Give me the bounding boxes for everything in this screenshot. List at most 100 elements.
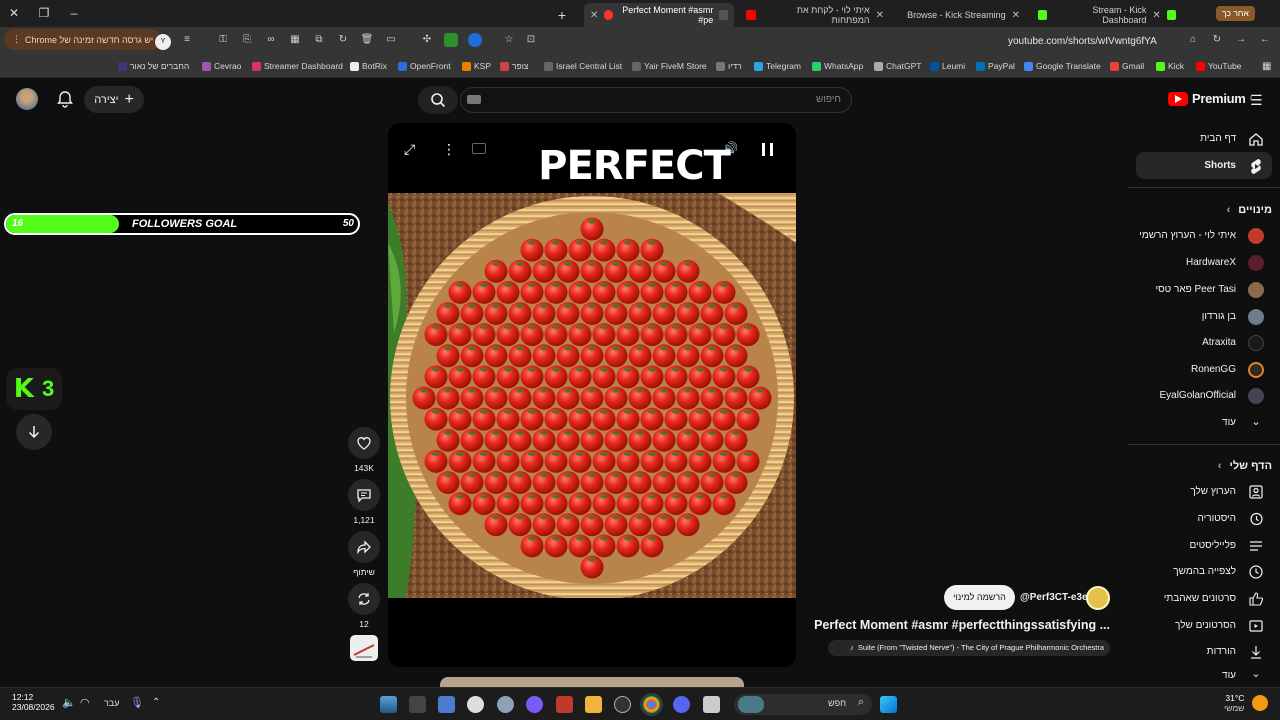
mail-icon[interactable]: [409, 696, 426, 713]
remix-button[interactable]: [348, 583, 380, 615]
bookmark-botrix[interactable]: BotRix: [350, 61, 387, 71]
sidebar-item-more[interactable]: עוד ⌄: [1136, 665, 1272, 685]
sidebar-item-channel[interactable]: Atraxita: [1136, 329, 1272, 356]
weather-sun-icon[interactable]: [1252, 695, 1268, 711]
weather-widget[interactable]: 31°C שמשי: [1224, 693, 1244, 713]
settings-icon[interactable]: [497, 696, 514, 713]
bookmark-youtube[interactable]: YouTube: [1196, 61, 1241, 71]
sidebar-item-your-channel[interactable]: הערוץ שלך: [1136, 478, 1272, 505]
sidebar-item-channel[interactable]: איתי לוי - הערוץ הרשמי: [1136, 222, 1272, 249]
sidebar-item-channel[interactable]: פאר טסי Peer Tasi: [1136, 276, 1272, 303]
keyboard-icon[interactable]: [467, 95, 481, 104]
microphone-icon[interactable]: 🎙: [130, 696, 144, 709]
close-tab-icon[interactable]: ✕: [1012, 10, 1020, 21]
account-avatar[interactable]: [16, 88, 38, 110]
close-tab-icon[interactable]: ✕: [1152, 10, 1160, 21]
widgets-icon[interactable]: [380, 696, 397, 713]
bookmark-openfront[interactable]: OpenFront: [398, 61, 451, 71]
short-title[interactable]: Perfect Moment #asmr #perfectthingssatis…: [806, 618, 1110, 632]
grid-icon[interactable]: ▦: [288, 33, 302, 47]
green-ext-icon[interactable]: [444, 33, 458, 47]
bookmark-ksp[interactable]: KSP: [462, 61, 491, 71]
bookmark-chatgpt[interactable]: ChatGPT: [874, 61, 921, 71]
bookmark-streamer-dashboard[interactable]: Streamer Dashboard: [252, 61, 343, 71]
tab-kick-dashboard[interactable]: ✕ Stream - Kick Dashboard: [1032, 3, 1182, 27]
translate-icon[interactable]: ⧉: [312, 33, 326, 47]
subscriptions-header[interactable]: ‹ מינויים: [1227, 204, 1272, 216]
sidebar-item-channel[interactable]: בן גורדון: [1136, 303, 1272, 330]
link-icon[interactable]: ∞: [264, 33, 278, 47]
share-button[interactable]: [348, 531, 380, 563]
bookmark-kick[interactable]: Kick: [1156, 61, 1184, 71]
extension-icon[interactable]: ⎘: [240, 33, 254, 47]
sidebar-item-liked-videos[interactable]: סרטונים שאהבתי: [1136, 585, 1272, 612]
tab-youtube-short[interactable]: Perfect Moment #asmr #pe ✕: [584, 3, 734, 27]
shorts-video-player[interactable]: ⤢ ⋮ 🔊: [388, 123, 796, 667]
sidebar-item-channel[interactable]: HardwareX: [1136, 249, 1272, 276]
task-view-icon[interactable]: [703, 696, 720, 713]
profile-chip[interactable]: אחר כך: [1216, 6, 1255, 21]
you-header[interactable]: ‹ הדף שלי: [1218, 460, 1272, 472]
sidebar-item-playlists[interactable]: פלייליסטים: [1136, 532, 1272, 559]
file-explorer-icon[interactable]: [585, 696, 602, 713]
channel-handle[interactable]: @Perf3CT-e3e: [1020, 592, 1088, 603]
taskbar-search[interactable]: חפש ⌕: [734, 694, 872, 715]
steam-icon[interactable]: [614, 696, 631, 713]
sidebar-item-more-subscriptions[interactable]: עוד ⌄: [1136, 409, 1272, 436]
tab-kick-browse[interactable]: ✕ Browse - Kick Streaming: [896, 3, 1026, 27]
reload-icon[interactable]: ↻: [1210, 33, 1224, 47]
youtube-premium-logo[interactable]: Premium IL: [1168, 91, 1254, 106]
search-button[interactable]: [418, 86, 458, 114]
subscribe-button[interactable]: הרשמה למינוי: [944, 585, 1015, 610]
profile-avatar-icon[interactable]: Y: [155, 34, 171, 50]
channel-avatar[interactable]: [1086, 586, 1110, 610]
comments-button[interactable]: [348, 479, 380, 511]
bookmark-whatsapp[interactable]: WhatsApp: [812, 61, 863, 71]
blue-ext-icon[interactable]: [468, 33, 482, 47]
sidebar-item-channel[interactable]: EyalGolanOfficial: [1136, 382, 1272, 409]
app-icon-purple[interactable]: [526, 696, 543, 713]
sidebar-item-history[interactable]: היסטוריה: [1136, 505, 1272, 532]
bookmark-leumi[interactable]: Leumi: [930, 61, 965, 71]
close-tab-icon[interactable]: ✕: [590, 10, 598, 21]
bookmark-cevrao[interactable]: Cevrao: [202, 61, 241, 71]
sidebar-item-channel[interactable]: RonenGG: [1136, 356, 1272, 383]
sidebar-item-watch-later[interactable]: לצפייה בהמשך: [1136, 558, 1272, 585]
sound-thumbnail[interactable]: [350, 635, 378, 661]
bookmark-telegram[interactable]: Telegram: [754, 61, 801, 71]
back-icon[interactable]: ←: [1258, 33, 1272, 47]
wifi-icon[interactable]: ◠: [80, 696, 90, 709]
bookmark-radio[interactable]: רדיו: [716, 61, 742, 71]
minimize-button[interactable]: –: [64, 6, 84, 20]
bookmarks-apps-icon[interactable]: ▦: [1262, 61, 1271, 72]
sidebar-item-your-videos[interactable]: הסרטונים שלך: [1136, 612, 1272, 639]
bookmark-star-icon[interactable]: ☆: [502, 33, 516, 47]
input-language[interactable]: עבר: [104, 698, 119, 708]
trash-icon[interactable]: 🗑: [360, 33, 374, 47]
close-window-button[interactable]: ✕: [4, 6, 24, 20]
like-button[interactable]: [348, 427, 380, 459]
card-icon[interactable]: ▭: [384, 33, 398, 47]
puzzle-icon[interactable]: ✣: [420, 33, 434, 47]
bookmark-tzofar[interactable]: צופר: [500, 61, 529, 71]
create-button[interactable]: + יצירה: [84, 86, 144, 113]
notifications-button[interactable]: [56, 90, 74, 108]
bookmark-naor-friends[interactable]: החברים של נאור: [118, 61, 189, 71]
app-icon-white[interactable]: [467, 696, 484, 713]
close-tab-icon[interactable]: ✕: [876, 10, 884, 21]
next-short-button[interactable]: [16, 414, 52, 450]
speaker-icon[interactable]: 🔈: [62, 696, 76, 709]
bookmark-gmail[interactable]: Gmail: [1110, 61, 1144, 71]
home-icon[interactable]: ⌂: [1186, 33, 1200, 47]
reading-list-icon[interactable]: ≡: [180, 33, 194, 47]
calculator-icon[interactable]: [438, 696, 455, 713]
clock[interactable]: 12:12 23/08/2026: [12, 692, 55, 712]
chrome-update-button[interactable]: יש גרסה חדשה זמינה של Chrome ⋮: [4, 29, 162, 50]
music-chip[interactable]: ♪ Suite (From "Twisted Nerve") - The City…: [828, 640, 1110, 656]
refresh-ext-icon[interactable]: ↻: [336, 33, 350, 47]
search-box[interactable]: חיפוש: [460, 87, 852, 113]
bookmark-israel-central[interactable]: Israel Central List: [544, 61, 622, 71]
start-button[interactable]: [880, 696, 897, 713]
sidebar-item-downloads[interactable]: הורדות: [1136, 638, 1272, 665]
next-short-preview[interactable]: [440, 677, 744, 687]
